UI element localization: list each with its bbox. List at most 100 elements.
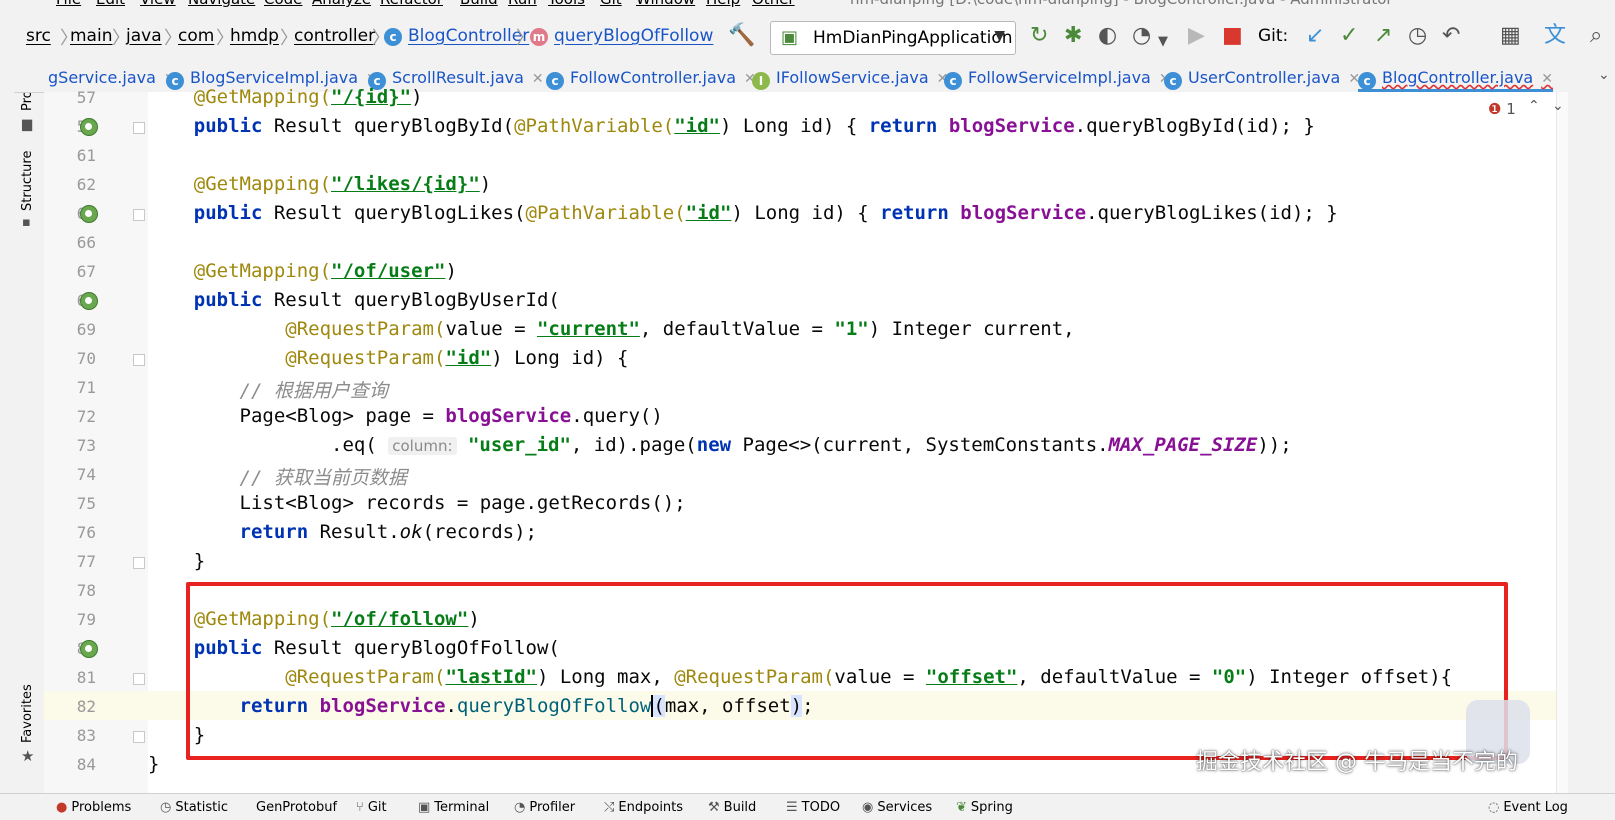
tab-build[interactable]: ⚒ Build bbox=[708, 800, 756, 815]
code-line-68: public Result queryBlogByUserId( bbox=[193, 289, 560, 311]
run-configuration-select[interactable]: ▣ HmDianPingApplication ▼ bbox=[770, 21, 1016, 55]
chevron-down-icon[interactable]: ▼ bbox=[1158, 31, 1168, 53]
tab-followserviceimpl[interactable]: cFollowServiceImpl.java✕ bbox=[944, 63, 1171, 92]
breadcrumb-method[interactable]: queryBlogOfFollow bbox=[554, 26, 713, 46]
favorites-panel-tab[interactable]: Favorites bbox=[20, 684, 35, 743]
menu-edit[interactable]: Edit bbox=[96, 0, 125, 8]
line-number: 66 bbox=[76, 233, 96, 252]
menu-code[interactable]: Code bbox=[264, 0, 302, 8]
spring-endpoint-icon[interactable] bbox=[80, 292, 98, 310]
breadcrumb-src[interactable]: src bbox=[26, 26, 51, 46]
structure-panel-tab[interactable]: Structure bbox=[20, 151, 35, 211]
error-count: 1 bbox=[1506, 100, 1516, 118]
menu-refactor[interactable]: Refactor bbox=[380, 0, 443, 8]
right-tool-strip bbox=[1568, 92, 1615, 793]
class-icon: c bbox=[944, 72, 962, 90]
project-structure-icon[interactable]: ▦ bbox=[1500, 25, 1521, 47]
tab-profiler[interactable]: ◔ Profiler bbox=[514, 800, 575, 815]
breadcrumb-com[interactable]: com bbox=[178, 26, 214, 46]
code-line-63: public Result queryBlogLikes(@PathVariab… bbox=[193, 202, 1338, 224]
tab-usercontroller[interactable]: c UserController.java ✕ bbox=[1164, 63, 1360, 92]
tab-terminal[interactable]: ▣ Terminal bbox=[418, 800, 489, 815]
coverage-icon[interactable]: ◐ bbox=[1098, 25, 1117, 47]
spring-run-icon: ▣ bbox=[781, 27, 799, 48]
search-everywhere-icon[interactable]: ⌕ bbox=[1590, 25, 1602, 47]
git-push-icon[interactable]: ↗ bbox=[1374, 25, 1392, 47]
menu-build[interactable]: Build bbox=[460, 0, 498, 8]
debug-bug-icon[interactable]: ✱ bbox=[1064, 25, 1082, 47]
rerun-icon[interactable]: ↻ bbox=[1030, 25, 1048, 47]
tab-services[interactable]: ◉ Services bbox=[862, 800, 932, 815]
git-update-icon[interactable]: ↙ bbox=[1306, 25, 1324, 47]
chevron-down-icon[interactable]: ⌄ bbox=[1598, 67, 1610, 83]
translate-icon[interactable]: 文 bbox=[1544, 25, 1566, 47]
code-line-75: List<Blog> records = page.getRecords(); bbox=[239, 492, 686, 514]
git-commit-check-icon[interactable]: ✓ bbox=[1340, 25, 1358, 47]
tab-label: UserController.java bbox=[1188, 68, 1341, 87]
fold-icon[interactable] bbox=[133, 209, 145, 221]
breadcrumb-controller[interactable]: controller bbox=[294, 26, 375, 46]
spring-endpoint-icon[interactable] bbox=[80, 118, 98, 136]
tab-spring[interactable]: ❦ Spring bbox=[956, 800, 1013, 815]
chevron-down-icon[interactable]: ⌄ bbox=[1552, 98, 1564, 114]
line-number: 73 bbox=[76, 436, 96, 455]
highlight-annotation-box bbox=[186, 582, 1508, 760]
fold-icon[interactable] bbox=[133, 122, 145, 134]
menu-view[interactable]: View bbox=[140, 0, 176, 8]
menu-analyze[interactable]: Analyze bbox=[312, 0, 371, 8]
fold-icon[interactable] bbox=[133, 731, 145, 743]
menu-tools[interactable]: Tools bbox=[548, 0, 585, 8]
menu-navigate[interactable]: Navigate bbox=[188, 0, 255, 8]
menu-window[interactable]: Window bbox=[636, 0, 695, 8]
breadcrumb-hmdp[interactable]: hmdp bbox=[230, 26, 279, 46]
breadcrumb-main[interactable]: main bbox=[70, 26, 112, 46]
tab-todo[interactable]: ☰ TODO bbox=[786, 800, 840, 815]
rollback-icon[interactable]: ↶ bbox=[1442, 25, 1460, 47]
folder-icon: ▆ bbox=[22, 117, 32, 132]
tab-statistic[interactable]: ◷ Statistic bbox=[160, 800, 228, 815]
error-icon: ● bbox=[56, 800, 68, 815]
tab-genprotobuf[interactable]: GenProtobuf bbox=[256, 800, 337, 815]
profile-icon[interactable]: ◔ bbox=[1132, 25, 1151, 47]
menu-bar: File Edit View Navigate Code Analyze Ref… bbox=[0, 0, 1615, 8]
line-number: 83 bbox=[76, 726, 96, 745]
error-indicator[interactable]: ❶ 1 bbox=[1488, 100, 1516, 118]
fold-icon[interactable] bbox=[133, 673, 145, 685]
run-play-icon[interactable]: ▶ bbox=[1188, 25, 1205, 47]
line-number: 71 bbox=[76, 378, 96, 397]
close-icon[interactable]: ✕ bbox=[532, 71, 544, 87]
left-tool-strip: Project ▆ Structure ▪ Favorites ★ bbox=[14, 63, 45, 793]
class-icon: c bbox=[1164, 72, 1182, 90]
fold-icon[interactable] bbox=[133, 557, 145, 569]
todo-list-icon: ☰ bbox=[786, 800, 798, 815]
menu-run[interactable]: Run bbox=[508, 0, 537, 8]
close-icon[interactable]: ✕ bbox=[1541, 71, 1553, 87]
breadcrumb-java[interactable]: java bbox=[126, 26, 162, 46]
spring-endpoint-icon[interactable] bbox=[80, 640, 98, 658]
tab-git[interactable]: ⑂ Git bbox=[356, 800, 387, 815]
menu-file[interactable]: File bbox=[56, 0, 81, 8]
code-line-70: @RequestParam("id") Long id) { bbox=[285, 347, 629, 369]
tab-blogcontroller[interactable]: c BlogController.java ✕ bbox=[1358, 63, 1553, 92]
terminal-icon: ▣ bbox=[418, 800, 431, 815]
tab-endpoints[interactable]: ⤭ Endpoints bbox=[604, 800, 683, 815]
stop-icon[interactable]: ■ bbox=[1222, 25, 1243, 47]
tab-problems[interactable]: ● Problems bbox=[56, 800, 131, 815]
breadcrumb-blogcontroller[interactable]: BlogController bbox=[408, 26, 529, 46]
tab-event-log[interactable]: ◌ Event Log bbox=[1488, 800, 1568, 815]
tab-ifollowservice[interactable]: I IFollowService.java ✕ bbox=[752, 63, 948, 92]
build-hammer-icon[interactable]: 🔨 bbox=[728, 25, 755, 47]
fold-icon[interactable] bbox=[133, 354, 145, 366]
line-number: 84 bbox=[76, 755, 96, 774]
line-number: 69 bbox=[76, 320, 96, 339]
line-number: 79 bbox=[76, 610, 96, 629]
chevron-up-icon[interactable]: ⌃ bbox=[1528, 98, 1540, 114]
menu-help[interactable]: Help bbox=[706, 0, 740, 8]
code-line-74: // 获取当前页数据 bbox=[239, 467, 407, 489]
tab-followcontroller[interactable]: c FollowController.java ✕ bbox=[546, 63, 756, 92]
spring-endpoint-icon[interactable] bbox=[80, 205, 98, 223]
menu-git[interactable]: Git bbox=[600, 0, 622, 8]
menu-other[interactable]: Other bbox=[752, 0, 795, 8]
history-clock-icon[interactable]: ◷ bbox=[1408, 25, 1427, 47]
git-branch-icon: ⑂ bbox=[356, 800, 364, 815]
